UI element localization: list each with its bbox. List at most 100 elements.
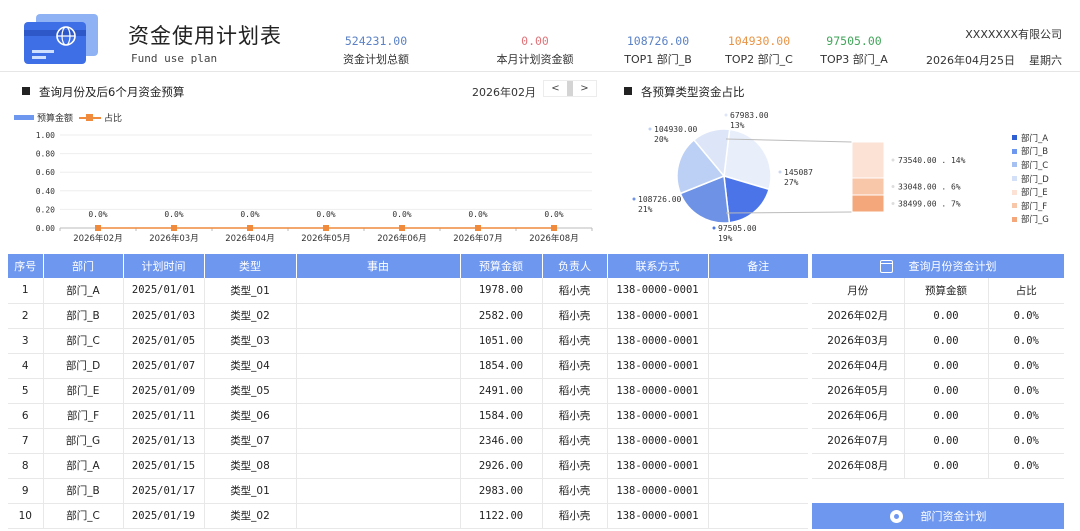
- ratio-data-label: 0.0%: [544, 210, 563, 219]
- pie-value-label: 145087: [784, 168, 813, 177]
- table-cell: 138-0000-0001: [607, 428, 709, 454]
- legend-swatch-ratio: [79, 113, 102, 121]
- table-cell: 0.00: [904, 378, 989, 404]
- legend-label: 部门_G: [1021, 215, 1049, 226]
- table-cell: 0.0%: [988, 303, 1064, 329]
- table-cell: 138-0000-0001: [607, 453, 709, 479]
- table-cell: 7: [8, 428, 44, 454]
- column-header[interactable]: 部门: [43, 254, 124, 278]
- stack-value-label: 33048.00 . 6%: [898, 183, 961, 192]
- table-row[interactable]: 5 部门_E 2025/01/09 类型_05 2491.00 稻小壳 138-0000-0…: [8, 378, 808, 404]
- table-row[interactable]: 2026年02月 0.00 0.0%: [812, 303, 1064, 329]
- column-header[interactable]: 预算金额: [460, 254, 543, 278]
- table-cell: 0.00: [904, 353, 989, 379]
- table-row[interactable]: 3 部门_C 2025/01/05 类型_03 1051.00 稻小壳 138-0000-0…: [8, 328, 808, 354]
- y-tick-label: 0.40: [36, 187, 55, 196]
- table-row[interactable]: 6 部门_F 2025/01/11 类型_06 1584.00 稻小壳 138-0000-0…: [8, 403, 808, 429]
- table-cell: 0.0%: [988, 378, 1064, 404]
- pie-value-label: 67983.00: [730, 111, 769, 120]
- pie-pct-label: 20%: [654, 135, 669, 144]
- table-cell: 部门_B: [43, 303, 124, 329]
- table-cell: 0.00: [904, 428, 989, 454]
- table-row[interactable]: 7 部门_G 2025/01/13 类型_07 2346.00 稻小壳 138-0000-0…: [8, 428, 808, 454]
- table-cell: [708, 453, 808, 479]
- table-row[interactable]: 10 部门_C 2025/01/19 类型_02 1122.00 稻小壳 138-0000-…: [8, 503, 808, 529]
- table-cell: 138-0000-0001: [607, 278, 709, 304]
- table-row[interactable]: 9 部门_B 2025/01/17 类型_01 2983.00 稻小壳 138-0000-0…: [8, 478, 808, 504]
- legend-swatch-budget: [14, 115, 34, 120]
- target-icon: [889, 509, 903, 523]
- pie-legend-item[interactable]: 部门_F: [1012, 199, 1049, 213]
- column-header[interactable]: 负责人: [542, 254, 608, 278]
- pie-pct-label: 13%: [730, 121, 745, 130]
- table-cell: 部门_C: [43, 328, 124, 354]
- legend-label: 部门_D: [1021, 174, 1049, 185]
- table-cell: 138-0000-0001: [607, 353, 709, 379]
- month-pager: < >: [543, 80, 597, 97]
- column-header: 占比: [988, 278, 1064, 304]
- table-row[interactable]: 2026年08月 0.00 0.0%: [812, 453, 1064, 479]
- pie-label-dot: [724, 113, 728, 117]
- table-row[interactable]: 2026年03月 0.00 0.0%: [812, 328, 1064, 354]
- pie-legend-item[interactable]: 部门_A: [1012, 131, 1049, 145]
- stat-value: 104930.00: [727, 34, 791, 48]
- column-header[interactable]: 事由: [296, 254, 461, 278]
- x-tick-label: 2026年03月: [149, 233, 198, 244]
- pie-label-dot: [712, 226, 716, 230]
- column-header: 月份: [812, 278, 905, 304]
- pie-legend-item[interactable]: 部门_E: [1012, 185, 1049, 199]
- y-tick-label: 0.60: [36, 168, 55, 177]
- square-bullet-icon: [22, 87, 30, 95]
- legend-label: 部门_E: [1021, 188, 1048, 199]
- table-cell: 稻小壳: [542, 278, 608, 304]
- table-cell: 稻小壳: [542, 378, 608, 404]
- table-cell: 2025/01/07: [123, 353, 205, 379]
- pie-legend-item[interactable]: 部门_B: [1012, 145, 1049, 159]
- month-plan-header[interactable]: 查询月份资金计划: [812, 254, 1064, 278]
- table-cell: 138-0000-0001: [607, 478, 709, 504]
- table-row[interactable]: 4 部门_D 2025/01/07 类型_04 1854.00 稻小壳 138-0000-0…: [8, 353, 808, 379]
- table-row[interactable]: 2026年06月 0.00 0.0%: [812, 403, 1064, 429]
- column-header[interactable]: 类型: [204, 254, 297, 278]
- table-row[interactable]: 1 部门_A 2025/01/01 类型_01 1978.00 稻小壳 138-0000-0…: [8, 278, 808, 304]
- next-month-button[interactable]: >: [573, 83, 596, 94]
- month-plan-header-row: 月份 预算金额 占比: [812, 278, 1064, 304]
- column-header[interactable]: 联系方式: [607, 254, 709, 278]
- table-cell: 10: [8, 503, 44, 529]
- ratio-data-label: 0.0%: [468, 210, 487, 219]
- column-header[interactable]: 序号: [8, 254, 44, 278]
- legend-label: 部门_A: [1021, 133, 1049, 144]
- table-cell: 1122.00: [460, 503, 543, 529]
- pie-legend-item[interactable]: 部门_G: [1012, 213, 1049, 227]
- y-tick-label: 0.00: [36, 224, 55, 233]
- table-cell: 0.0%: [988, 403, 1064, 429]
- stack-value-label: 38499.00 . 7%: [898, 200, 961, 209]
- table-cell: 5: [8, 378, 44, 404]
- table-cell: 8: [8, 453, 44, 479]
- table-row[interactable]: 2026年07月 0.00 0.0%: [812, 428, 1064, 454]
- table-row[interactable]: 2026年05月 0.00 0.0%: [812, 378, 1064, 404]
- table-cell: 0.0%: [988, 353, 1064, 379]
- stat-label: TOP2 部门_C: [725, 53, 793, 66]
- department-plan-button[interactable]: 部门资金计划: [812, 503, 1064, 529]
- y-tick-label: 1.00: [36, 131, 55, 140]
- credit-card-logo-icon: [24, 14, 98, 64]
- table-row[interactable]: 8 部门_A 2025/01/15 类型_08 2926.00 稻小壳 138-0000-0…: [8, 453, 808, 479]
- prev-month-button[interactable]: <: [544, 83, 567, 94]
- table-cell: 类型_04: [204, 353, 297, 379]
- x-tick-label: 2026年06月: [377, 233, 426, 244]
- column-header[interactable]: 计划时间: [123, 254, 205, 278]
- stack-segment[interactable]: [851, 194, 885, 213]
- month-picker[interactable]: 2026年02月: [472, 84, 536, 100]
- stack-segment[interactable]: [851, 141, 885, 179]
- table-header-row: 序号 部门 计划时间 类型 事由 预算金额 负责人 联系方式 备注: [8, 254, 808, 278]
- stack-label-dot: [891, 158, 895, 162]
- table-cell: 2026年04月: [812, 353, 905, 379]
- stack-segment[interactable]: [851, 177, 885, 196]
- pie-legend-item[interactable]: 部门_C: [1012, 158, 1049, 172]
- table-row[interactable]: 2 部门_B 2025/01/03 类型_02 2582.00 稻小壳 138-0000-0…: [8, 303, 808, 329]
- pie-legend-item[interactable]: 部门_D: [1012, 172, 1049, 186]
- column-header[interactable]: 备注: [708, 254, 808, 278]
- table-cell: 部门_G: [43, 428, 124, 454]
- table-row[interactable]: 2026年04月 0.00 0.0%: [812, 353, 1064, 379]
